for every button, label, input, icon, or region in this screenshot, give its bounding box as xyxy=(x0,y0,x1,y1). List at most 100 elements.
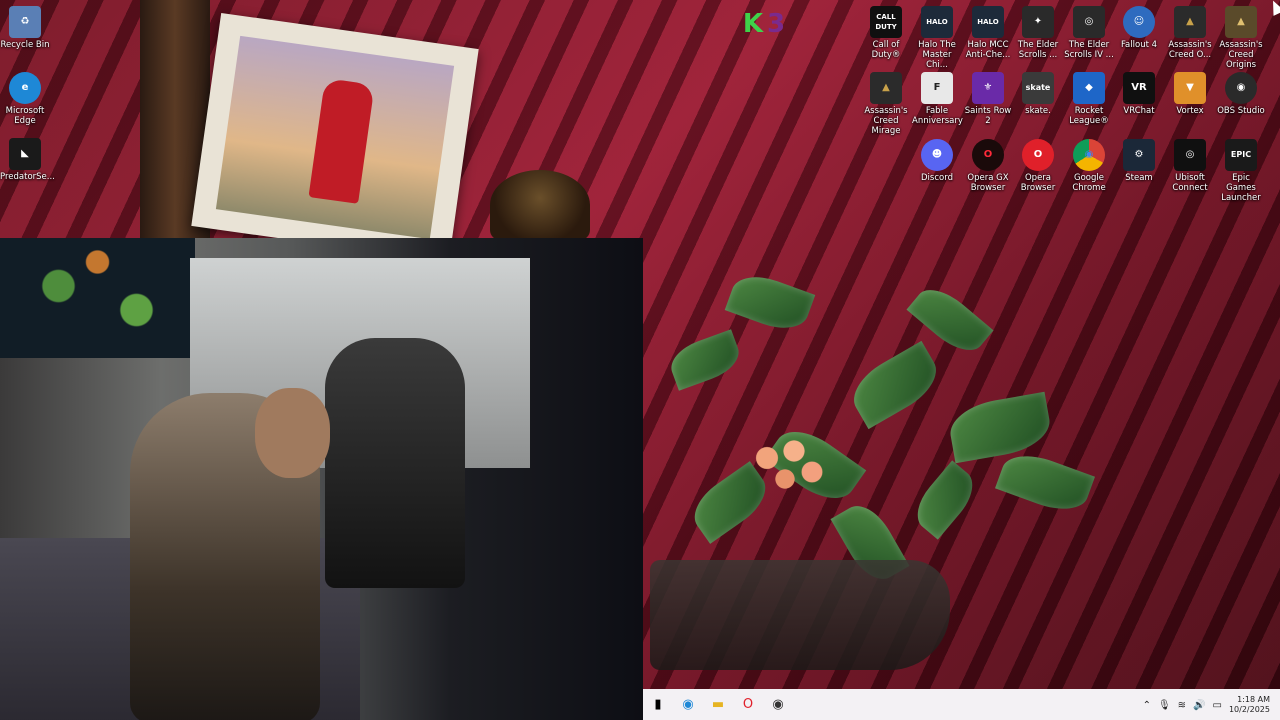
desktop-icon-vrchat[interactable]: VR VRChat xyxy=(1114,72,1164,116)
predator-sense-icon: ◣ xyxy=(9,138,41,170)
halo-mcc-icon: HALO xyxy=(921,6,953,38)
desktop-icon-label: The Elder Scrolls IV ... xyxy=(1064,40,1114,60)
desktop-icon-fallout-4[interactable]: ☺ Fallout 4 xyxy=(1114,6,1164,50)
chrome-icon: ◉ xyxy=(1073,139,1105,171)
desktop-icon-halo-anticheat[interactable]: HALO Halo MCC Anti-Che... xyxy=(963,6,1013,60)
opera-taskbar-icon: O xyxy=(742,697,754,712)
plant-leaf xyxy=(843,340,947,430)
wallpaper-vase xyxy=(490,170,590,240)
assassins-creed-odyssey-icon: ▲ xyxy=(1174,6,1206,38)
assassins-creed-mirage-icon: ▲ xyxy=(870,72,902,104)
desktop-icon-opera-gx[interactable]: O Opera GX Browser xyxy=(963,139,1013,193)
desktop-icon-label: Ubisoft Connect xyxy=(1172,173,1208,193)
desktop-icon-label: OBS Studio xyxy=(1217,106,1265,116)
desktop-icon-label: Opera GX Browser xyxy=(967,173,1009,193)
taskbar-obs-button[interactable]: ◉ xyxy=(767,694,789,716)
webcam-gaming-chair xyxy=(325,338,465,588)
task-view-button[interactable]: ▮ xyxy=(647,694,669,716)
clock-time: 1:18 AM xyxy=(1237,695,1270,704)
desktop-icon-label: Steam xyxy=(1125,173,1153,183)
edge-icon: e xyxy=(9,72,41,104)
webcam-person-head xyxy=(255,388,330,478)
desktop-icon-label: Fable Anniversary xyxy=(912,106,963,126)
file-explorer-icon: ▬ xyxy=(711,697,725,712)
desktop-icon-obs[interactable]: ◉ OBS Studio xyxy=(1216,72,1266,116)
edge-taskbar-icon: ◉ xyxy=(682,697,694,712)
clock-date: 10/2/2025 xyxy=(1228,705,1270,714)
desktop-icon-recycle-bin[interactable]: ♻ Recycle Bin xyxy=(0,6,50,50)
battery-icon[interactable]: ▭ xyxy=(1213,700,1222,711)
desktop-icon-predator-sense[interactable]: ◣ PredatorSe... xyxy=(0,138,55,182)
desktop-icon-label: Rocket League® xyxy=(1069,106,1109,126)
discord-icon: ☻ xyxy=(921,139,953,171)
skate-icon: skate xyxy=(1022,72,1054,104)
desktop-icon-fable[interactable]: F Fable Anniversary xyxy=(912,72,963,126)
taskbar: ▮ ◉ ▬ O ◉ ⌃ 🎙 ≋ 🔊 ▭ 1:18 AM 10/2/2025 xyxy=(643,689,1280,720)
plant-leaf xyxy=(665,329,745,391)
desktop-icon-saints-row[interactable]: ⚜ Saints Row 2 xyxy=(963,72,1013,126)
photo-frame-picture xyxy=(215,35,455,240)
desktop-icon-call-of-duty[interactable]: CALL DUTY Call of Duty® xyxy=(861,6,911,60)
photo-person xyxy=(308,78,375,204)
desktop-icon-label: Halo The Master Chi... xyxy=(918,40,956,70)
microphone-icon[interactable]: 🎙 xyxy=(1158,700,1171,711)
desktop-icon-steam[interactable]: ⚙ Steam xyxy=(1114,139,1164,183)
desktop-icon-label: Saints Row 2 xyxy=(964,106,1012,126)
wallpaper-plant-pot xyxy=(650,560,950,670)
fable-icon: F xyxy=(921,72,953,104)
desktop-icon-ubisoft[interactable]: ◎ Ubisoft Connect xyxy=(1165,139,1215,193)
oblivion-icon: ◎ xyxy=(1073,6,1105,38)
desktop-icon-label: Assassin's Creed O... xyxy=(1168,40,1212,60)
desktop-icon-ac-origins[interactable]: ▲ Assassin's Creed Origins xyxy=(1216,6,1266,70)
desktop-icon-skate[interactable]: skate skate. xyxy=(1013,72,1063,116)
taskbar-clock[interactable]: 1:18 AM 10/2/2025 xyxy=(1229,695,1270,715)
call-of-duty-icon: CALL DUTY xyxy=(870,6,902,38)
opera-icon: O xyxy=(1022,139,1054,171)
desktop-icon-label: Assassin's Creed Mirage xyxy=(864,106,908,136)
ubisoft-icon: ◎ xyxy=(1174,139,1206,171)
steam-icon: ⚙ xyxy=(1123,139,1155,171)
plant-leaf xyxy=(907,460,983,540)
wifi-icon[interactable]: ≋ xyxy=(1178,700,1186,711)
rocket-league-icon: ◆ xyxy=(1073,72,1105,104)
taskbar-file-explorer-button[interactable]: ▬ xyxy=(707,694,729,716)
desktop-icon-epic-games[interactable]: EPIC Epic Games Launcher xyxy=(1216,139,1266,203)
desktop-icon-label: skate. xyxy=(1025,106,1051,116)
k3-overlay-logo: K 3 xyxy=(735,8,793,40)
show-hidden-icons-chevron-icon[interactable]: ⌃ xyxy=(1143,700,1151,711)
desktop-icon-label: Microsoft Edge xyxy=(5,106,45,126)
desktop-icon-discord[interactable]: ☻ Discord xyxy=(912,139,962,183)
desktop-icon-ac-mirage[interactable]: ▲ Assassin's Creed Mirage xyxy=(861,72,911,136)
desktop-icon-label: VRChat xyxy=(1123,106,1155,116)
plant-leaf xyxy=(995,445,1095,520)
desktop-icon-oblivion[interactable]: ◎ The Elder Scrolls IV ... xyxy=(1064,6,1114,60)
desktop-icon-vortex[interactable]: ▼ Vortex xyxy=(1165,72,1215,116)
desktop-icon-halo-mcc[interactable]: HALO Halo The Master Chi... xyxy=(912,6,962,70)
task-view-icon: ▮ xyxy=(654,697,662,712)
desktop-icon-label: Fallout 4 xyxy=(1120,40,1158,50)
volume-icon[interactable]: 🔊 xyxy=(1193,700,1205,711)
vrchat-icon: VR xyxy=(1123,72,1155,104)
desktop-icon-label: PredatorSe... xyxy=(0,172,55,182)
desktop-icon-edge[interactable]: e Microsoft Edge xyxy=(0,72,50,126)
desktop-icon-label: Vortex xyxy=(1176,106,1204,116)
saints-row-icon: ⚜ xyxy=(972,72,1004,104)
taskbar-edge-button[interactable]: ◉ xyxy=(677,694,699,716)
k3-letter: K xyxy=(742,9,764,39)
halo-mcc-anticheat-icon: HALO xyxy=(972,6,1004,38)
desktop-icon-rocket-league[interactable]: ◆ Rocket League® xyxy=(1064,72,1114,126)
desktop-icon-ac-odyssey[interactable]: ▲ Assassin's Creed O... xyxy=(1165,6,1215,60)
k3-number: 3 xyxy=(767,9,786,39)
desktop-icon-label: Call of Duty® xyxy=(871,40,901,60)
desktop-icon-elder-scrolls[interactable]: ✦ The Elder Scrolls ... xyxy=(1013,6,1063,60)
desktop-icon-chrome[interactable]: ◉ Google Chrome xyxy=(1064,139,1114,193)
desktop-icon-opera[interactable]: O Opera Browser xyxy=(1013,139,1063,193)
taskbar-opera-button[interactable]: O xyxy=(737,694,759,716)
obs-icon: ◉ xyxy=(1225,72,1257,104)
fallout-icon: ☺ xyxy=(1123,6,1155,38)
desktop-icon-label: Epic Games Launcher xyxy=(1221,173,1261,203)
desktop-icon-label: Discord xyxy=(921,173,953,183)
desktop-icon-label: Assassin's Creed Origins xyxy=(1219,40,1263,70)
desktop-icon-label: The Elder Scrolls ... xyxy=(1017,40,1059,60)
opera-gx-icon: O xyxy=(972,139,1004,171)
